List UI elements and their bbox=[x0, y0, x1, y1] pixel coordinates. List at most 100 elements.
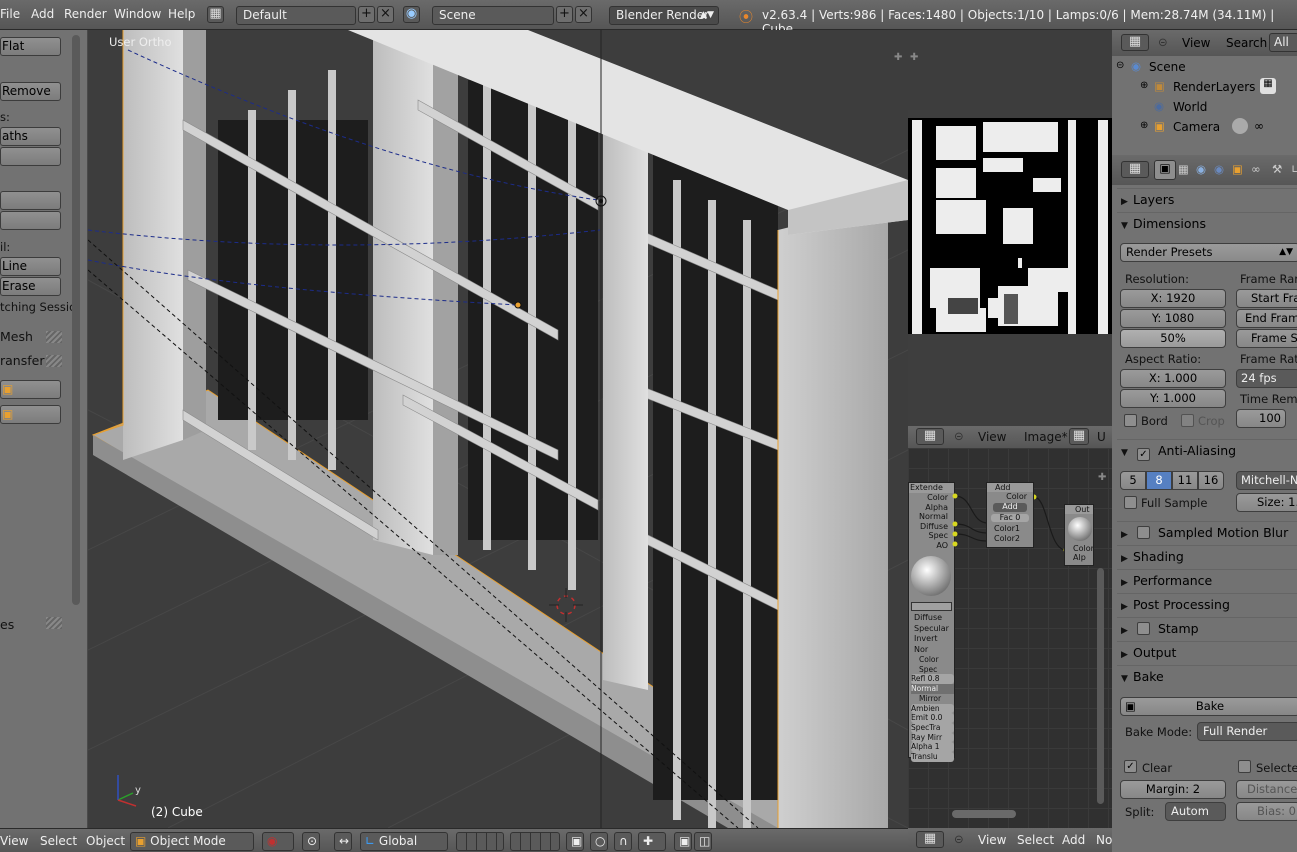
menu-node-view[interactable]: View bbox=[978, 833, 1006, 847]
scene-icon[interactable]: ◉ bbox=[403, 6, 420, 23]
node-vertical-scrollbar[interactable] bbox=[1097, 568, 1104, 804]
panel-dimensions[interactable]: ▼ Dimensions bbox=[1117, 212, 1297, 234]
render-layers-icon[interactable]: ▦ bbox=[1178, 162, 1189, 176]
menu-image-view[interactable]: View bbox=[978, 430, 1006, 444]
proportional-edit-icon[interactable]: ○ bbox=[590, 832, 608, 851]
outliner-filter-dropdown[interactable]: All S bbox=[1269, 33, 1297, 52]
shelf-panel-mesh[interactable]: Mesh bbox=[0, 329, 33, 344]
outliner-item-scene[interactable]: Scene bbox=[1149, 60, 1186, 74]
aa-filter-dropdown[interactable]: Mitchell-Ne bbox=[1236, 471, 1297, 490]
frame-rate-dropdown[interactable]: 24 fps bbox=[1236, 369, 1297, 388]
shelf-object-button-1[interactable]: ▣ bbox=[0, 380, 61, 399]
add-screen-icon[interactable]: + bbox=[358, 6, 375, 23]
crop-checkbox[interactable] bbox=[1181, 414, 1194, 427]
prop-diffuse[interactable]: Diffuse bbox=[914, 613, 954, 624]
add-scene-icon[interactable]: + bbox=[556, 6, 573, 23]
menu-object[interactable]: Object bbox=[86, 834, 125, 848]
shelf-scrollbar[interactable] bbox=[72, 35, 80, 605]
area-split-plus-icon[interactable]: ✚ bbox=[1098, 472, 1106, 483]
input-mirror[interactable]: Mirror bbox=[911, 694, 954, 704]
stamp-checkbox[interactable] bbox=[1136, 622, 1150, 635]
menu-node[interactable]: No bbox=[1096, 833, 1112, 847]
constraint-link-icon[interactable]: ∞ bbox=[1254, 119, 1264, 133]
prop-specular[interactable]: Specular bbox=[914, 624, 954, 635]
end-frame-field[interactable]: End Frame bbox=[1236, 309, 1297, 328]
outliner-item-renderlayers[interactable]: RenderLayers bbox=[1173, 80, 1255, 94]
input-ray-mirror[interactable]: Ray Mirr bbox=[911, 732, 954, 743]
shelf-panel-transfer[interactable]: ransfer bbox=[0, 353, 44, 368]
viewport-shading-dropdown[interactable]: ◉ bbox=[262, 832, 294, 851]
input-spec[interactable]: Spec bbox=[911, 665, 954, 675]
input-refl[interactable]: Refl 0.8 bbox=[911, 674, 954, 685]
menu-help[interactable]: Help bbox=[168, 7, 195, 21]
menu-select[interactable]: Select bbox=[40, 834, 77, 848]
border-checkbox[interactable] bbox=[1124, 414, 1137, 427]
screen-layout-icon[interactable]: ▦ bbox=[207, 6, 224, 23]
collapse-icon[interactable]: ⊝ bbox=[954, 832, 964, 846]
input-emit[interactable]: Emit 0.0 bbox=[911, 713, 954, 723]
menu-node-add[interactable]: Add bbox=[1062, 833, 1085, 847]
start-frame-field[interactable]: Start Fran bbox=[1236, 289, 1297, 308]
render-animation-icon[interactable]: ◫ bbox=[694, 832, 712, 851]
sketching-session-toggle[interactable]: tching Sessio bbox=[0, 300, 76, 314]
anti-aliasing-checkbox[interactable]: ✓ bbox=[1136, 448, 1150, 461]
pivot-icon[interactable]: ⊙ bbox=[302, 832, 320, 851]
menu-node-select[interactable]: Select bbox=[1017, 833, 1054, 847]
render-presets-dropdown[interactable]: Render Presets ▲▼ bbox=[1120, 243, 1297, 262]
editor-type-icon[interactable]: ▦ bbox=[1121, 34, 1149, 51]
shade-flat-button[interactable]: Flat bbox=[0, 37, 61, 56]
menu-outliner-search[interactable]: Search bbox=[1226, 36, 1267, 50]
output-node[interactable]: Out Color Alp bbox=[1064, 504, 1094, 566]
render-camera-icon[interactable]: ▣ bbox=[1154, 160, 1176, 180]
margin-field[interactable]: Margin: 2 bbox=[1120, 780, 1226, 799]
remove-doubles-button[interactable]: Remove bbox=[0, 82, 61, 101]
editor-type-icon[interactable]: ▦ bbox=[1121, 161, 1149, 178]
layers-grid-1[interactable] bbox=[456, 832, 504, 851]
filter-size-field[interactable]: Size: 1. bbox=[1236, 493, 1297, 512]
aa-samples-11[interactable]: 11 bbox=[1172, 471, 1198, 490]
shelf-panel-es[interactable]: es bbox=[0, 617, 14, 632]
material-preview-buttons[interactable] bbox=[911, 602, 952, 611]
expand-icon[interactable]: ⊕ bbox=[1140, 120, 1148, 131]
time-remap-old-field[interactable]: 100 bbox=[1236, 409, 1286, 428]
outliner-item-world[interactable]: World bbox=[1173, 100, 1207, 114]
drag-handle-icon[interactable] bbox=[46, 331, 62, 343]
menu-file[interactable]: File bbox=[0, 7, 20, 21]
image-browse-icon[interactable]: ▦ bbox=[1069, 428, 1089, 445]
resolution-y-field[interactable]: Y: 1080 bbox=[1120, 309, 1226, 328]
editor-type-icon[interactable]: ▦ bbox=[916, 831, 944, 848]
snap-element-icon[interactable]: ✚ bbox=[638, 832, 666, 851]
resolution-x-field[interactable]: X: 1920 bbox=[1120, 289, 1226, 308]
expand-icon[interactable]: ⊕ bbox=[1140, 80, 1148, 91]
panel-bake[interactable]: ▼ Bake bbox=[1117, 665, 1297, 687]
renderlayer-icon[interactable]: ▦ bbox=[1260, 78, 1276, 94]
prop-invert-normal[interactable]: Invert Nor bbox=[914, 634, 954, 655]
motion-paths-button[interactable]: aths bbox=[0, 127, 61, 146]
remove-scene-icon[interactable]: × bbox=[575, 6, 592, 23]
fac-slider[interactable]: Fac 0 bbox=[991, 514, 1029, 522]
remove-screen-icon[interactable]: × bbox=[377, 6, 394, 23]
shelf-empty-button-1[interactable] bbox=[0, 147, 61, 166]
frame-step-field[interactable]: Frame St bbox=[1236, 329, 1297, 348]
aspect-y-field[interactable]: Y: 1.000 bbox=[1120, 389, 1226, 408]
panel-shading[interactable]: ▶ Shading bbox=[1117, 545, 1297, 567]
camera-data-icon[interactable] bbox=[1232, 118, 1248, 134]
input-spectra[interactable]: SpecTra bbox=[911, 722, 954, 733]
lock-layers-icon[interactable]: ▣ bbox=[566, 832, 584, 851]
modifier-wrench-icon[interactable]: ⚒ bbox=[1272, 162, 1282, 176]
drag-handle-icon[interactable] bbox=[46, 617, 62, 629]
constraints-link-icon[interactable]: ∞ bbox=[1251, 162, 1261, 176]
menu-view[interactable]: View bbox=[0, 834, 28, 848]
input-color[interactable]: Color bbox=[911, 655, 954, 665]
blend-mode-dropdown[interactable]: Add bbox=[993, 503, 1027, 512]
split-dropdown[interactable]: Autom bbox=[1165, 802, 1226, 821]
input-ambient[interactable]: Ambien bbox=[911, 703, 954, 714]
render-engine-dropdown[interactable]: Blender Render ▲▼ bbox=[609, 6, 719, 25]
panel-layers[interactable]: ▶ Layers bbox=[1117, 188, 1297, 210]
bake-button[interactable]: ▣ Bake bbox=[1120, 697, 1297, 716]
collapse-icon[interactable]: ⊝ bbox=[1158, 35, 1168, 49]
panel-anti-aliasing[interactable]: ▼ ✓ Anti-Aliasing bbox=[1117, 439, 1297, 461]
panel-output[interactable]: ▶ Output bbox=[1117, 641, 1297, 663]
input-normal[interactable]: Normal bbox=[911, 684, 954, 694]
selected-to-active-checkbox[interactable] bbox=[1238, 760, 1251, 773]
